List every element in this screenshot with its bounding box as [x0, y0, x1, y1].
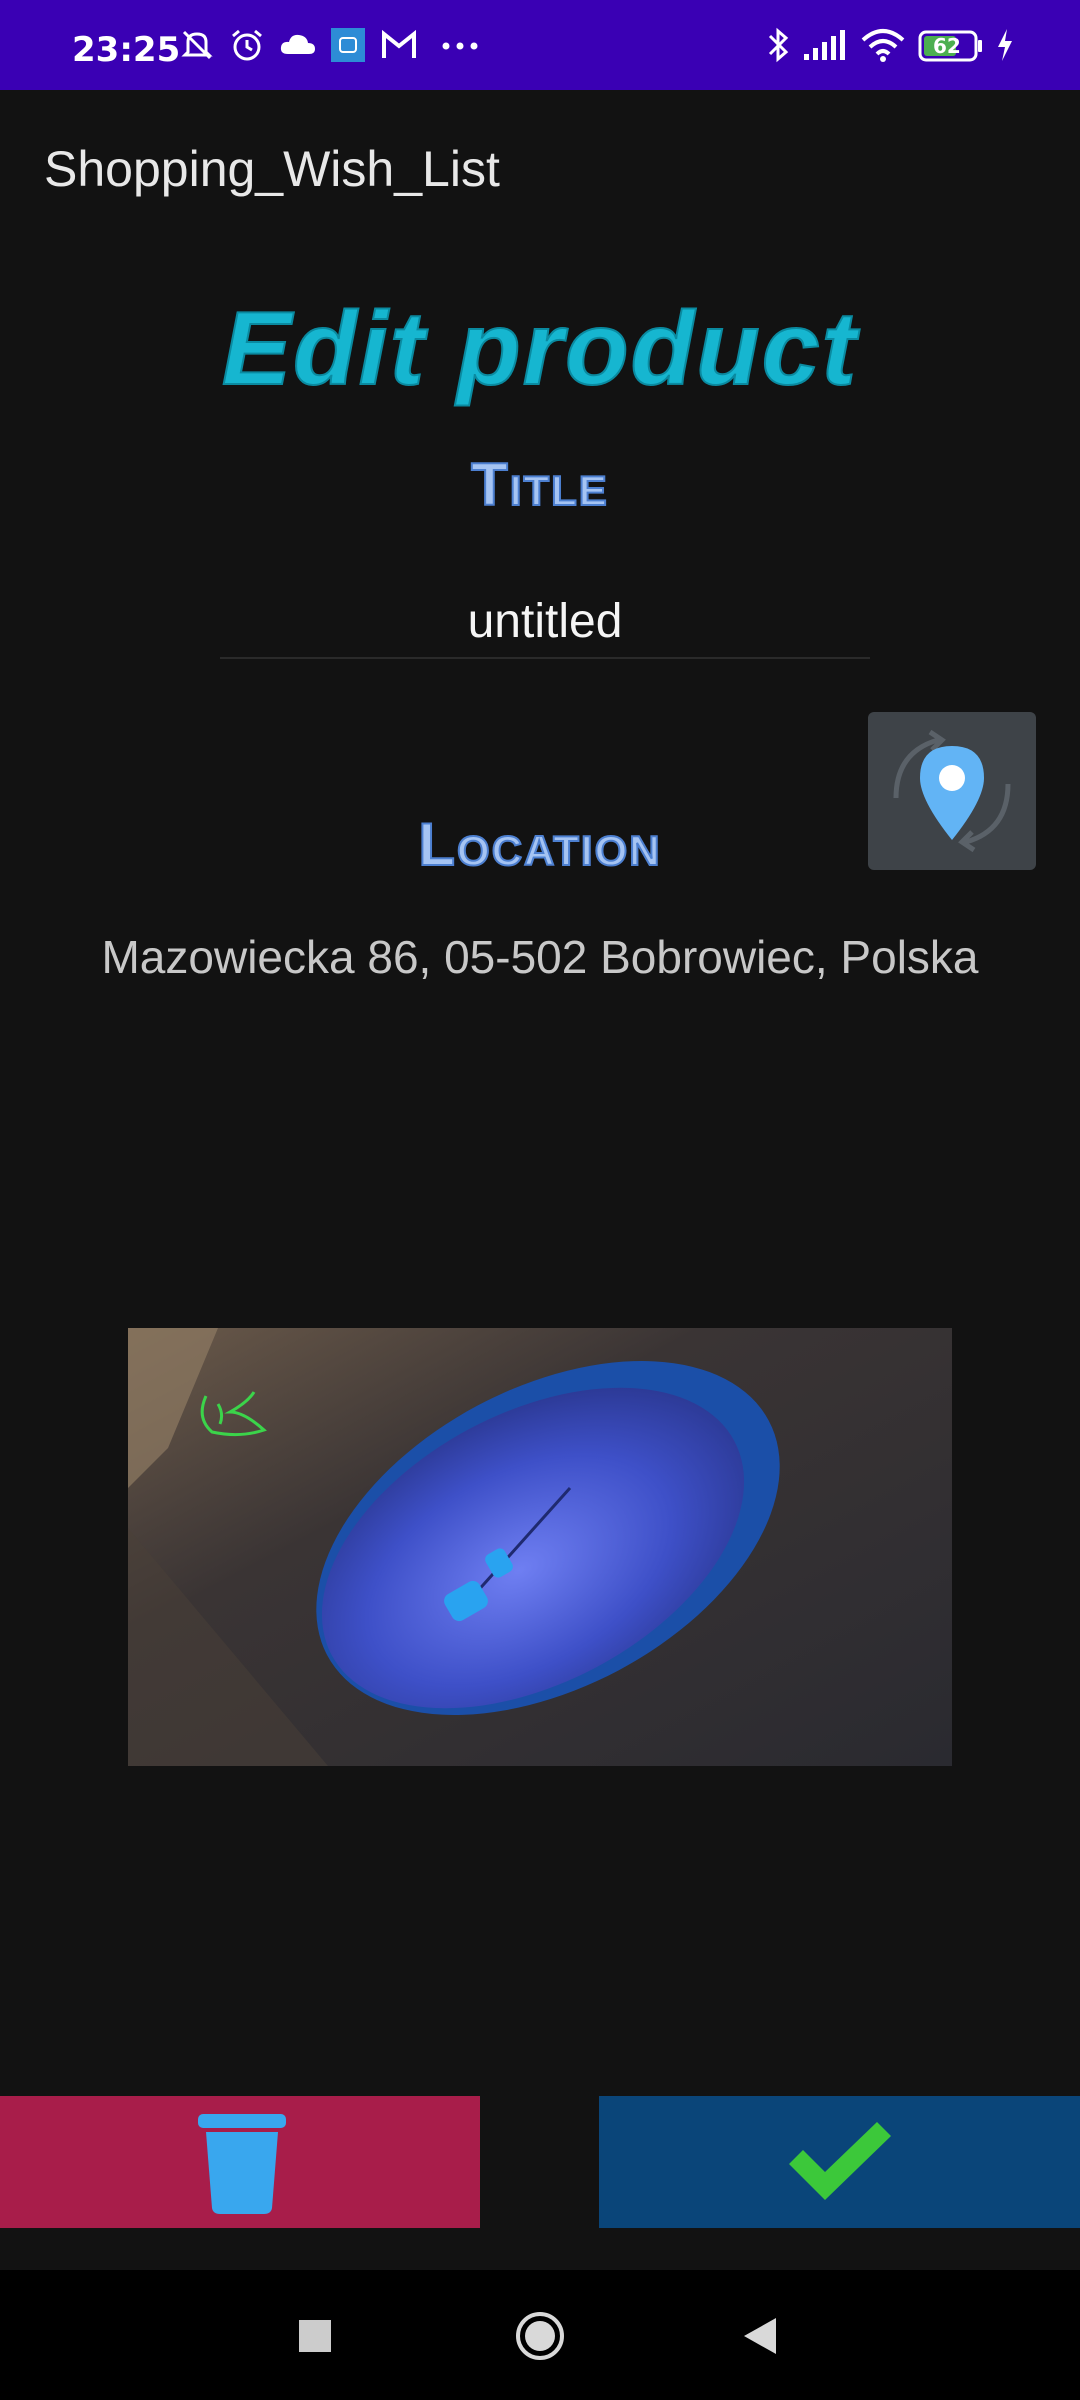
- product-image[interactable]: [128, 1328, 952, 1766]
- status-bar: 23:25 62: [0, 0, 1080, 90]
- app-notification-icon: [331, 28, 365, 62]
- title-label: Title: [470, 450, 609, 519]
- wifi-icon: [861, 29, 905, 62]
- battery-level: 62: [933, 34, 961, 58]
- status-time: 23:25: [72, 30, 181, 70]
- address-text: Mazowiecka 86, 05-502 Bobrowiec, Polska: [101, 931, 979, 983]
- signal-icon: [804, 30, 845, 60]
- charging-icon: [998, 29, 1012, 61]
- product-photo: [128, 1328, 952, 1766]
- recent-apps-icon[interactable]: [297, 2318, 333, 2354]
- back-icon[interactable]: [742, 2316, 778, 2356]
- trash-icon: [198, 2114, 286, 2214]
- gmail-icon: [382, 29, 416, 58]
- app-title: Shopping_Wish_List: [44, 141, 500, 197]
- bluetooth-icon: [768, 27, 789, 63]
- location-label: Location: [417, 810, 662, 879]
- more-icon: [442, 42, 478, 50]
- confirm-button[interactable]: [599, 2096, 1080, 2228]
- delete-button[interactable]: [0, 2096, 480, 2228]
- page-heading: Edit product: [221, 290, 859, 408]
- home-icon[interactable]: [514, 2310, 566, 2362]
- cloud-icon: [280, 34, 315, 54]
- alarm-icon: [232, 29, 262, 61]
- title-input[interactable]: [220, 585, 870, 659]
- navigation-bar: [0, 2270, 1080, 2400]
- mute-icon: [181, 30, 213, 60]
- checkmark-icon: [789, 2122, 891, 2200]
